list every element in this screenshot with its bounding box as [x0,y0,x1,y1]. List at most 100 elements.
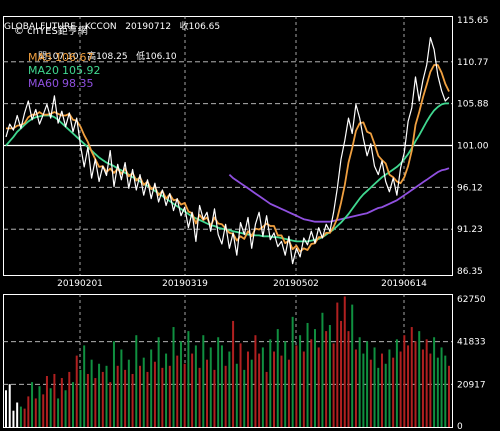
volume-bar [410,327,413,427]
volume-bar [79,369,82,427]
volume-bar [380,353,383,427]
volume-bar [392,357,395,427]
x-tick-label: 20190319 [162,279,208,289]
volume-bar [343,296,346,427]
volume-bar [395,339,398,427]
volume-bar [328,325,331,427]
volume-bar [373,347,376,427]
volume-bar [27,396,30,427]
volume-bar [280,355,283,427]
volume-bar [377,367,380,427]
volume-bar [72,382,75,427]
volume-bar [161,367,164,427]
volume-bar [239,343,242,427]
volume-bar [135,335,138,427]
x-tick-label: 20190502 [273,279,319,289]
volume-bar [258,353,261,427]
volume-bar [68,371,71,427]
volume-bar [235,363,238,427]
legend-ma60-name: MA60 [28,77,60,90]
volume-bar [228,351,231,427]
volume-bar [101,371,104,427]
volume-y-tick-label: 20917 [457,380,486,390]
volume-bar [75,355,78,427]
volume-bar [246,351,249,427]
volume-bar [139,365,142,427]
volume-bar [332,343,335,427]
volume-bar [284,341,287,427]
volume-bar [90,359,93,427]
volume-bar [146,371,149,427]
volume-bar [440,347,443,427]
volume-bar [313,329,316,427]
volume-bar [8,384,11,427]
volume-bar [23,408,26,427]
volume-bar [165,353,168,427]
volume-bar [45,376,48,427]
volume-bar [168,365,171,427]
volume-bar [213,369,216,427]
volume-bar [202,335,205,427]
volume-bar [269,339,272,427]
volume-bar [150,349,153,427]
volume-bar [153,361,156,427]
volume-bar [354,349,357,427]
volume-bar [172,327,175,427]
volume-bar [49,388,52,427]
watermark: © cnYES鉅亨網 [14,26,88,37]
volume-bar [321,312,324,427]
volume-bar [5,390,7,427]
volume-bar [250,359,253,427]
volume-bar [336,302,339,427]
volume-bar [340,320,343,427]
volume-bar [224,365,227,427]
volume-bar [254,335,257,427]
volume-bar [179,341,182,427]
volume-bar [369,359,372,427]
volume-bar [105,365,108,427]
volume-bar [57,398,60,427]
volume-bar [291,316,294,427]
volume-bar [403,335,406,427]
volume-bar [325,331,328,427]
volume-bar [433,337,436,427]
volume-bar [31,382,34,427]
volume-bar [388,349,391,427]
volume-bar [124,369,127,427]
volume-bar [306,322,309,427]
price-y-tick-label: 91.23 [457,225,483,235]
x-tick-label: 20190614 [381,279,427,289]
series-line-ma20 [5,102,449,243]
volume-bar [299,335,302,427]
price-y-tick-label: 110.77 [457,58,489,68]
volume-bar [418,331,421,427]
volume-bar [38,386,41,427]
volume-bar [317,347,320,427]
volume-bar [94,378,97,427]
price-y-tick-label: 86.35 [457,267,483,277]
volume-bar [112,341,115,427]
volume-bar [273,351,276,427]
price-y-tick-label: 115.65 [457,16,489,26]
volume-bar [183,363,186,427]
volume-y-tick-label: 0 [457,422,463,431]
price-y-tick-label: 101.00 [457,142,489,152]
volume-bar [310,339,313,427]
volume-bar [157,337,160,427]
volume-bar [60,378,63,427]
volume-bar [261,347,264,427]
volume-bar [34,398,37,427]
volume-bar [362,353,365,427]
volume-bar [19,406,22,427]
x-tick-label: 20190201 [57,279,103,289]
volume-bar [276,329,279,427]
volume-bar [194,345,197,427]
volume-bar [444,355,447,427]
volume-bar [399,351,402,427]
volume-bar [131,373,134,427]
volume-bar [436,357,439,427]
volume-bar [86,373,89,427]
volume-bar [351,304,354,427]
legend-ma60-value: 98.35 [62,77,94,90]
volume-bar [347,331,350,427]
